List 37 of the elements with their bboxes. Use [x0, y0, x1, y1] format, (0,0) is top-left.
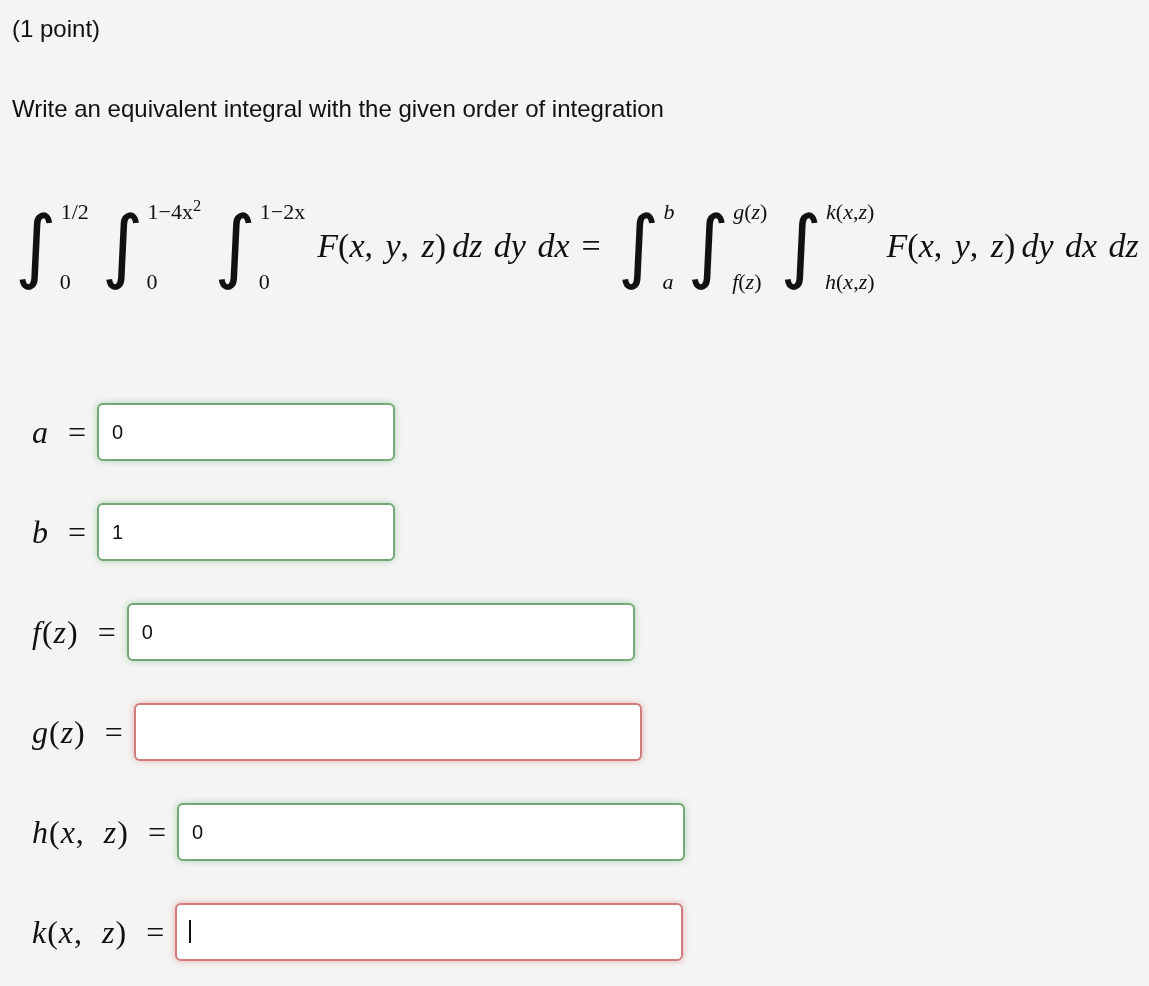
answer-field[interactable]: 0	[97, 403, 396, 461]
instruction-text: Write an equivalent integral with the given order of integration	[12, 94, 665, 123]
integral-sign: ∫	[100, 198, 145, 294]
lower-limit: 0	[258, 269, 271, 295]
integral-sign: ∫	[779, 198, 824, 294]
integrand: F(x, y, z)	[317, 226, 447, 266]
integral-sign: ∫	[686, 198, 731, 294]
integral-sign: ∫	[213, 198, 257, 294]
lower-limit: h(x,z)	[825, 269, 875, 295]
upper-limit: 1/2	[60, 199, 89, 225]
answer-field[interactable]	[133, 703, 642, 761]
lower-limit: f(z)	[732, 269, 763, 295]
field-label: b =	[32, 513, 88, 551]
answer-field[interactable]	[175, 903, 684, 961]
upper-limit: g(z)	[733, 199, 768, 225]
field-label: h(x, z) =	[32, 813, 167, 851]
differentials: dy dx dz	[1021, 226, 1139, 266]
upper-limit: k(x,z)	[826, 199, 875, 225]
upper-limit: 1−4x$^{2}$	[147, 199, 202, 225]
equals-sign: =	[581, 226, 601, 266]
field-label: a =	[32, 413, 88, 451]
lower-limit: a	[662, 269, 675, 295]
integral-sign: ∫	[14, 198, 58, 294]
differentials: dz dy dx	[452, 226, 570, 266]
answer-field[interactable]: 0	[177, 803, 685, 861]
integral-sign: ∫	[616, 198, 661, 294]
field-label: k(x, z) =	[32, 913, 166, 951]
points-label: (1 point)	[12, 14, 102, 43]
answer-field[interactable]: 1	[97, 503, 396, 561]
integrand: F(x, y, z)	[886, 226, 1016, 266]
upper-limit: b	[663, 199, 675, 225]
answer-field[interactable]: 0	[126, 603, 635, 661]
field-label: g(z) =	[32, 713, 124, 751]
lower-limit: 0	[146, 269, 159, 295]
field-label: f(z) =	[32, 613, 117, 651]
upper-limit: 1−2x	[259, 199, 306, 225]
lower-limit: 0	[59, 269, 72, 295]
